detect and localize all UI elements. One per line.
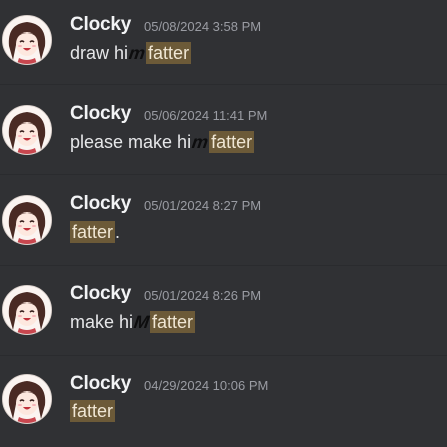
- highlighted-word: fatter: [150, 311, 196, 333]
- chat-message: Clocky 05/01/2024 8:27 PM fatter.: [0, 179, 447, 269]
- highlighted-word: fatter: [209, 131, 255, 153]
- message-content: draw himfatter: [70, 42, 192, 64]
- message-divider: [0, 355, 447, 356]
- message-author[interactable]: Clocky: [70, 193, 131, 215]
- chat-message: Clocky 05/06/2024 11:41 PM please make h…: [0, 89, 447, 179]
- message-text: draw hi: [70, 43, 129, 63]
- highlighted-word: fatter: [70, 400, 116, 422]
- highlighted-word: fatter: [146, 42, 192, 64]
- message-timestamp: 05/01/2024 8:26 PM: [144, 288, 262, 303]
- chat-message: Clocky 04/29/2024 10:06 PM fatter: [0, 359, 447, 447]
- message-author[interactable]: Clocky: [70, 14, 131, 36]
- message-text: make hi: [70, 312, 134, 332]
- anime-girl-avatar-icon: [3, 375, 51, 423]
- avatar[interactable]: [2, 374, 52, 424]
- avatar[interactable]: [2, 15, 52, 65]
- avatar[interactable]: [2, 285, 52, 335]
- message-content: please make himfatter: [70, 131, 255, 153]
- message-text-after: .: [115, 222, 121, 242]
- chat-message: Clocky 05/08/2024 3:58 PM draw himfatter: [0, 0, 447, 90]
- anime-girl-avatar-icon: [3, 286, 51, 334]
- highlighted-word: fatter: [70, 221, 116, 243]
- message-divider: [0, 265, 447, 266]
- scribbled-letter: M: [132, 312, 151, 332]
- message-content: make hiMfatter: [70, 311, 196, 333]
- message-author[interactable]: Clocky: [70, 103, 131, 125]
- message-timestamp: 05/08/2024 3:58 PM: [144, 19, 262, 34]
- scribbled-letter: m: [190, 132, 210, 152]
- chat-message: Clocky 05/01/2024 8:26 PM make hiMfatter: [0, 269, 447, 359]
- anime-girl-avatar-icon: [3, 16, 51, 64]
- message-divider: [0, 84, 447, 85]
- message-divider: [0, 174, 447, 175]
- scribbled-letter: m: [127, 43, 147, 63]
- message-text: please make hi: [70, 132, 192, 152]
- chat-message-list: Clocky 05/08/2024 3:58 PM draw himfatter…: [0, 0, 447, 447]
- anime-girl-avatar-icon: [3, 106, 51, 154]
- anime-girl-avatar-icon: [3, 196, 51, 244]
- message-timestamp: 05/01/2024 8:27 PM: [144, 198, 262, 213]
- message-timestamp: 04/29/2024 10:06 PM: [144, 378, 269, 393]
- avatar[interactable]: [2, 105, 52, 155]
- message-author[interactable]: Clocky: [70, 373, 131, 395]
- message-content: fatter: [70, 400, 116, 422]
- avatar[interactable]: [2, 195, 52, 245]
- message-author[interactable]: Clocky: [70, 283, 131, 305]
- message-content: fatter.: [70, 221, 121, 243]
- message-timestamp: 05/06/2024 11:41 PM: [144, 108, 268, 123]
